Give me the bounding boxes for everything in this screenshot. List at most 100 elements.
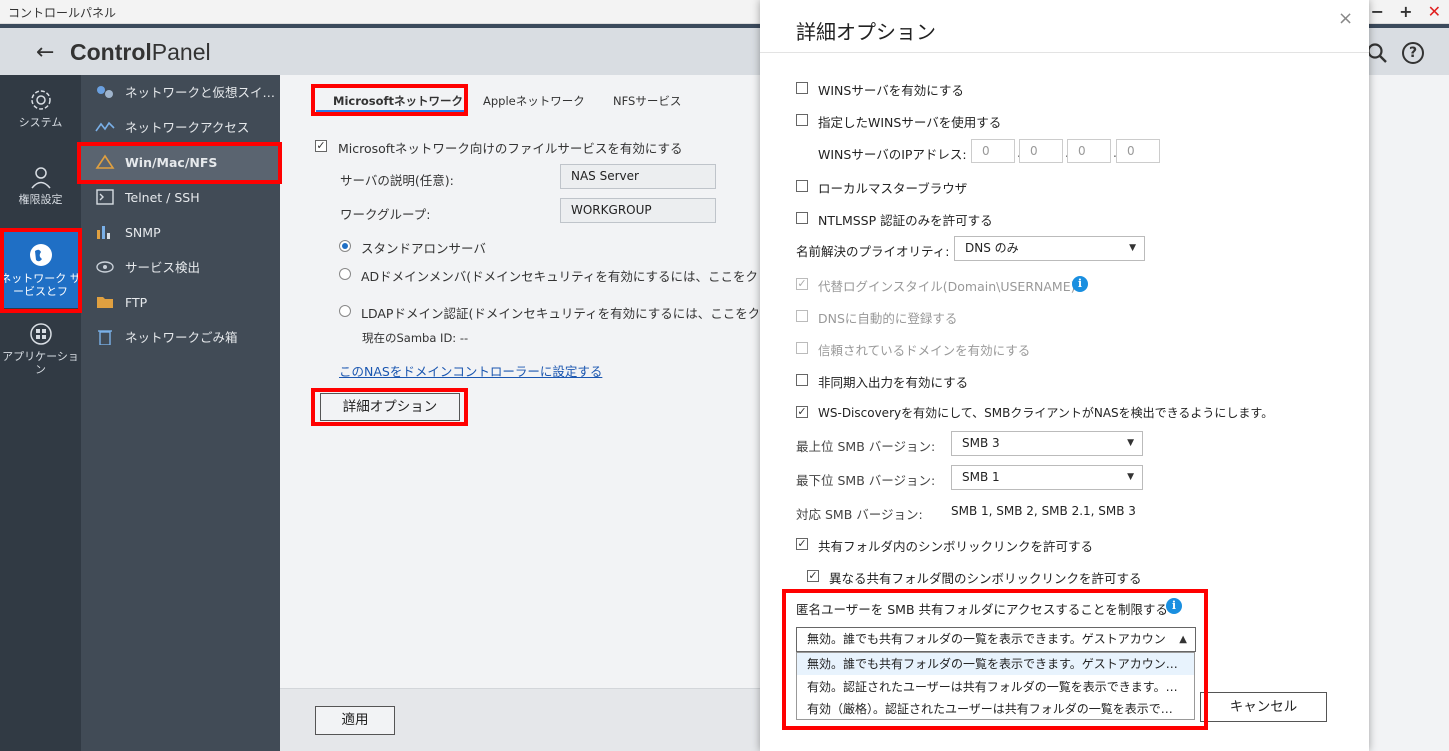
workgroup-input[interactable]: WORKGROUP	[560, 198, 716, 223]
anon-restrict-dropdown-list: 無効。誰でも共有フォルダの一覧を表示できます。ゲストアカウン… 有効。認証された…	[796, 652, 1195, 720]
symlink-shared-label: 共有フォルダ内のシンボリックリンクを許可する	[818, 539, 1094, 554]
standalone-radio[interactable]	[339, 240, 351, 252]
wins-ip-octet-2[interactable]: 0	[1019, 139, 1063, 163]
dropdown-option[interactable]: 無効。誰でも共有フォルダの一覧を表示できます。ゲストアカウン…	[797, 653, 1194, 675]
trusted-domains-label: 信頼されているドメインを有効にする	[818, 343, 1031, 358]
cancel-button[interactable]: キャンセル	[1200, 692, 1327, 722]
async-io-label: 非同期入出力を有効にする	[818, 375, 969, 390]
wins-ip-label: WINSサーバのIPアドレス:	[818, 147, 967, 162]
tab-apple-network[interactable]: Appleネットワーク	[483, 93, 585, 109]
dropdown-caret-icon: ▼	[1129, 243, 1136, 253]
ldap-radio[interactable]	[339, 305, 351, 317]
tab-nfs-service[interactable]: NFSサービス	[613, 93, 681, 109]
subnav-network-virtual-switch[interactable]: ネットワークと仮想スイ…	[81, 75, 280, 110]
trusted-domains-checkbox	[796, 342, 808, 354]
enable-smb-label: Microsoftネットワーク向けのファイルサービスを有効にする	[338, 141, 683, 156]
async-io-checkbox[interactable]	[796, 374, 808, 386]
server-desc-input[interactable]: NAS Server	[560, 164, 716, 189]
samba-id: 現在のSamba ID: --	[362, 331, 469, 345]
local-master-checkbox[interactable]	[796, 180, 808, 192]
dns-register-label: DNSに自動的に登録する	[818, 311, 958, 326]
triangle-icon	[95, 154, 115, 169]
symlink-shared-checkbox[interactable]: ✓	[796, 538, 808, 550]
tab-microsoft-network[interactable]: Microsoftネットワーク	[333, 93, 463, 109]
supported-smb-label: 対応 SMB バージョン:	[796, 507, 923, 522]
nav-applications[interactable]: アプリケーション	[0, 322, 81, 382]
minimize-icon[interactable]: −	[1371, 2, 1384, 21]
info-icon[interactable]: i	[1072, 276, 1088, 292]
name-priority-select[interactable]: DNS のみ ▼	[954, 236, 1145, 261]
subnav-telnet-ssh[interactable]: Telnet / SSH	[81, 180, 280, 215]
apps-icon	[29, 323, 52, 345]
info-icon[interactable]: i	[1166, 598, 1182, 614]
app-title: ControlPanel	[70, 39, 211, 65]
dialog-divider	[760, 52, 1369, 53]
alt-login-label: 代替ログインスタイル(Domain\USERNAME)	[818, 279, 1076, 294]
gear-icon	[30, 90, 51, 110]
subnav-network-recycle-bin[interactable]: ネットワークごみ箱	[81, 320, 280, 355]
folder-icon	[97, 297, 113, 308]
subnav-win-mac-nfs[interactable]: Win/Mac/NFS	[81, 145, 280, 180]
advanced-options-button[interactable]: 詳細オプション	[320, 393, 460, 421]
active-tab-indicator	[316, 110, 466, 112]
dropdown-option[interactable]: 有効（厳格）。認証されたユーザーは共有フォルダの一覧を表示で…	[797, 698, 1194, 720]
trash-icon	[98, 330, 112, 345]
nav-system[interactable]: システム	[0, 88, 81, 138]
apply-button[interactable]: 適用	[315, 706, 395, 735]
server-desc-label: サーバの説明(任意):	[340, 173, 454, 188]
anon-restrict-label: 匿名ユーザーを SMB 共有フォルダにアクセスすることを制限する	[796, 602, 1168, 617]
globe-icon	[29, 244, 52, 266]
symlink-between-checkbox[interactable]: ✓	[807, 570, 819, 582]
enable-smb-checkbox[interactable]: ✓	[315, 140, 327, 152]
wins-ip-octet-4[interactable]: 0	[1116, 139, 1160, 163]
max-smb-label: 最上位 SMB バージョン:	[796, 439, 936, 454]
ad-member-radio[interactable]	[339, 268, 351, 280]
window-title: コントロールパネル	[8, 6, 117, 20]
subnav-service-discovery[interactable]: サービス検出	[81, 250, 280, 285]
dialog-title: 詳細オプション	[796, 20, 936, 44]
supported-smb-value: SMB 1, SMB 2, SMB 2.1, SMB 3	[951, 504, 1136, 518]
subnav-snmp[interactable]: SNMP	[81, 215, 280, 250]
wins-use-label: 指定したWINSサーバを使用する	[818, 115, 1002, 130]
symlink-between-label: 異なる共有フォルダ間のシンボリックリンクを許可する	[829, 571, 1142, 586]
dropdown-option[interactable]: 有効。認証されたユーザーは共有フォルダの一覧を表示できます。…	[797, 676, 1194, 698]
min-smb-select[interactable]: SMB 1 ▼	[951, 465, 1143, 490]
close-window-icon[interactable]: ✕	[1428, 2, 1441, 21]
bar-chart-icon	[97, 226, 110, 239]
subnav-network-access[interactable]: ネットワークアクセス	[81, 110, 280, 145]
wins-ip-octet-1[interactable]: 0	[971, 139, 1015, 163]
workgroup-label: ワークグループ:	[340, 207, 431, 222]
search-icon[interactable]	[1366, 42, 1388, 64]
dropdown-caret-icon: ▼	[1127, 438, 1134, 448]
back-arrow-icon[interactable]: ←	[36, 40, 54, 65]
maximize-icon[interactable]: +	[1399, 2, 1412, 21]
local-master-label: ローカルマスターブラウザ	[818, 181, 968, 196]
terminal-icon	[96, 189, 114, 205]
standalone-label: スタンドアロンサーバ	[361, 241, 486, 256]
dns-register-checkbox	[796, 310, 808, 322]
wins-enable-checkbox[interactable]	[796, 82, 808, 94]
wins-ip-octet-3[interactable]: 0	[1067, 139, 1111, 163]
dropdown-caret-icon: ▼	[1127, 472, 1134, 482]
ad-member-label: ADドメインメンバ(ドメインセキュリティを有効にするには、ここをクリッ	[361, 269, 758, 284]
ntlmssp-checkbox[interactable]	[796, 212, 808, 224]
window-controls: − + ✕	[1361, 2, 1441, 21]
ntlmssp-label: NTLMSSP 認証のみを許可する	[818, 213, 993, 228]
subnav-ftp[interactable]: FTP	[81, 285, 280, 320]
wave-icon	[95, 121, 115, 132]
ws-discovery-label: WS-Discoveryを有効にして、SMBクライアントがNASを検出できるよう…	[818, 406, 1274, 420]
domain-controller-link[interactable]: このNASをドメインコントローラーに設定する	[339, 361, 602, 380]
max-smb-select[interactable]: SMB 3 ▼	[951, 431, 1143, 456]
discovery-icon	[96, 261, 114, 273]
alt-login-checkbox: ✓	[796, 277, 808, 290]
dialog-close-icon[interactable]: ×	[1338, 8, 1353, 29]
user-icon	[30, 167, 51, 189]
dropdown-up-caret-icon: ▲	[1179, 634, 1187, 645]
anon-restrict-select[interactable]: 無効。誰でも共有フォルダの一覧を表示できます。ゲストアカウン ▲	[796, 627, 1196, 652]
help-icon[interactable]: ?	[1402, 42, 1424, 64]
nav-privilege[interactable]: 権限設定	[0, 165, 81, 215]
ws-discovery-checkbox[interactable]: ✓	[796, 406, 808, 418]
nav-network-services[interactable]: ネットワーク サービスとフ	[0, 232, 81, 308]
min-smb-label: 最下位 SMB バージョン:	[796, 473, 936, 488]
wins-use-checkbox[interactable]	[796, 114, 808, 126]
